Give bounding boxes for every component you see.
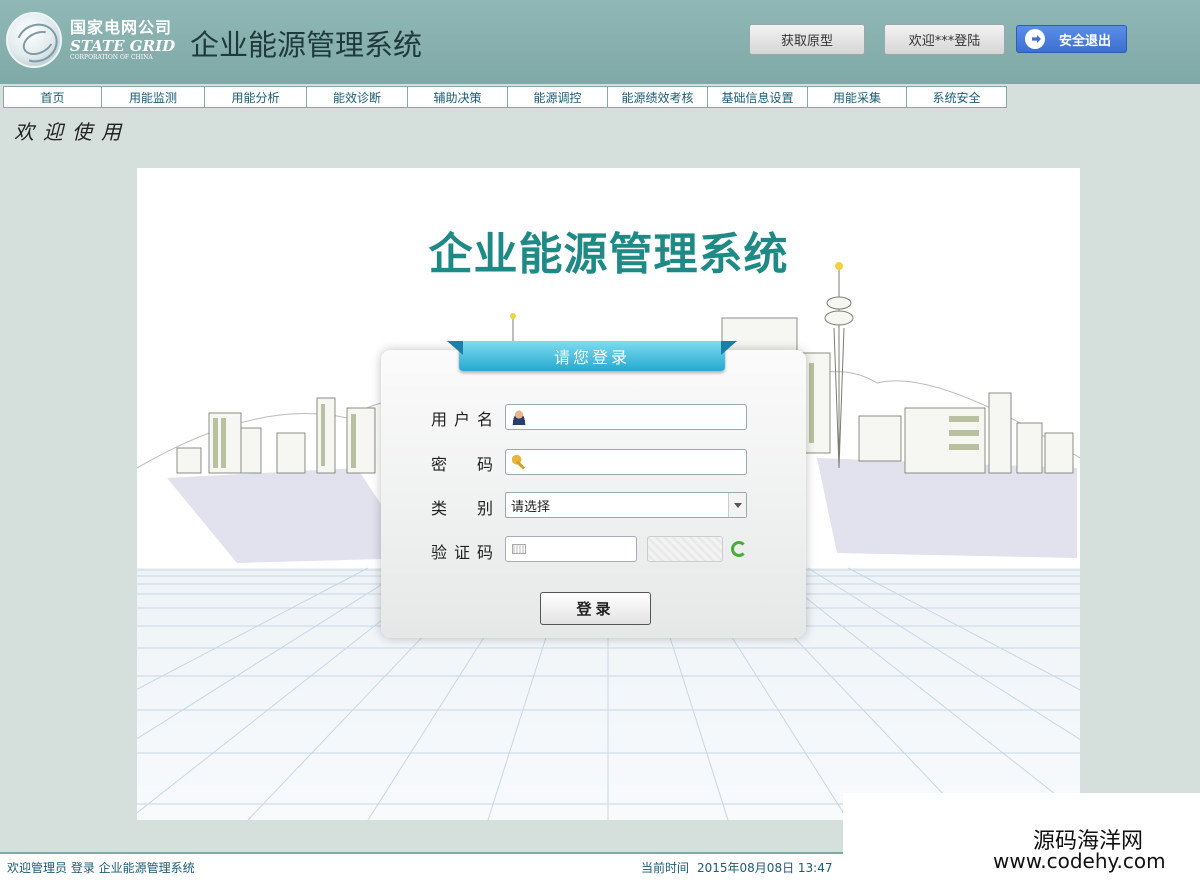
system-title: 企业能源管理系统 (428, 229, 789, 280)
logo-english-name: STATE GRID (70, 36, 176, 55)
username-label: 用户名 (431, 410, 493, 429)
logout-icon (1025, 29, 1045, 49)
current-time-label: 当前时间 (641, 861, 690, 875)
category-label: 类 别 (431, 499, 493, 518)
nav-item-energy-control[interactable]: 能源调控 (508, 87, 608, 107)
password-input[interactable] (505, 449, 747, 475)
nav-item-efficiency-diagnosis[interactable]: 能效诊断 (307, 87, 408, 107)
state-grid-logo: 国家电网公司 STATE GRID CORPORATION OF CHINA (6, 12, 175, 68)
category-select-value: 请选择 (511, 499, 551, 515)
watermark: 源码海洋网 www.codehy.com (843, 793, 1200, 880)
main-nav: 首页 用能监测 用能分析 能效诊断 辅助决策 能源调控 能源绩效考核 基础信息设… (3, 86, 1007, 108)
password-label: 密 码 (431, 455, 493, 474)
keyboard-icon (512, 544, 526, 554)
logo-chinese-name: 国家电网公司 (70, 17, 173, 37)
nav-item-energy-monitoring[interactable]: 用能监测 (102, 87, 205, 107)
nav-item-system-security[interactable]: 系统安全 (907, 87, 1006, 107)
nav-item-decision-support[interactable]: 辅助决策 (408, 87, 508, 107)
logo-english-subtitle: CORPORATION OF CHINA (70, 53, 153, 61)
captcha-label: 验证码 (431, 543, 493, 562)
nav-item-energy-collection[interactable]: 用能采集 (808, 87, 907, 107)
captcha-image[interactable] (647, 536, 723, 562)
nav-item-basic-info-settings[interactable]: 基础信息设置 (708, 87, 808, 107)
footer-welcome-text: 欢迎管理员 登录 企业能源管理系统 (7, 861, 195, 875)
nav-item-home[interactable]: 首页 (4, 87, 102, 107)
get-prototype-button[interactable]: 获取原型 (749, 24, 865, 55)
login-panel: 企业能源管理系统 请您登录 用户名 密 码 类 别 请选择 验证码 登录 (137, 168, 1080, 820)
chevron-down-icon[interactable] (728, 493, 746, 517)
refresh-icon[interactable] (731, 541, 747, 557)
login-ribbon: 请您登录 (459, 341, 725, 371)
username-input[interactable] (505, 404, 747, 430)
nav-item-energy-analysis[interactable]: 用能分析 (205, 87, 307, 107)
current-time-value: 2015年08月08日 13:47 (697, 861, 833, 875)
user-avatar-icon (511, 409, 527, 425)
welcome-banner: 欢迎使用 (14, 120, 130, 144)
logout-label: 安全退出 (1059, 33, 1112, 49)
globe-logo-icon (6, 12, 62, 68)
app-title: 企业能源管理系统 (190, 28, 423, 62)
watermark-url: www.codehy.com (993, 849, 1166, 873)
captcha-input[interactable] (505, 536, 637, 562)
welcome-login-button[interactable]: 欢迎***登陆 (884, 24, 1005, 55)
category-select[interactable]: 请选择 (505, 492, 747, 518)
key-icon (511, 454, 527, 470)
nav-item-performance-assessment[interactable]: 能源绩效考核 (608, 87, 708, 107)
logout-button[interactable]: 安全退出 (1016, 25, 1127, 53)
login-button[interactable]: 登录 (540, 592, 651, 625)
app-header: 国家电网公司 STATE GRID CORPORATION OF CHINA 企… (0, 0, 1200, 84)
login-form: 请您登录 用户名 密 码 类 别 请选择 验证码 登录 (381, 341, 806, 638)
